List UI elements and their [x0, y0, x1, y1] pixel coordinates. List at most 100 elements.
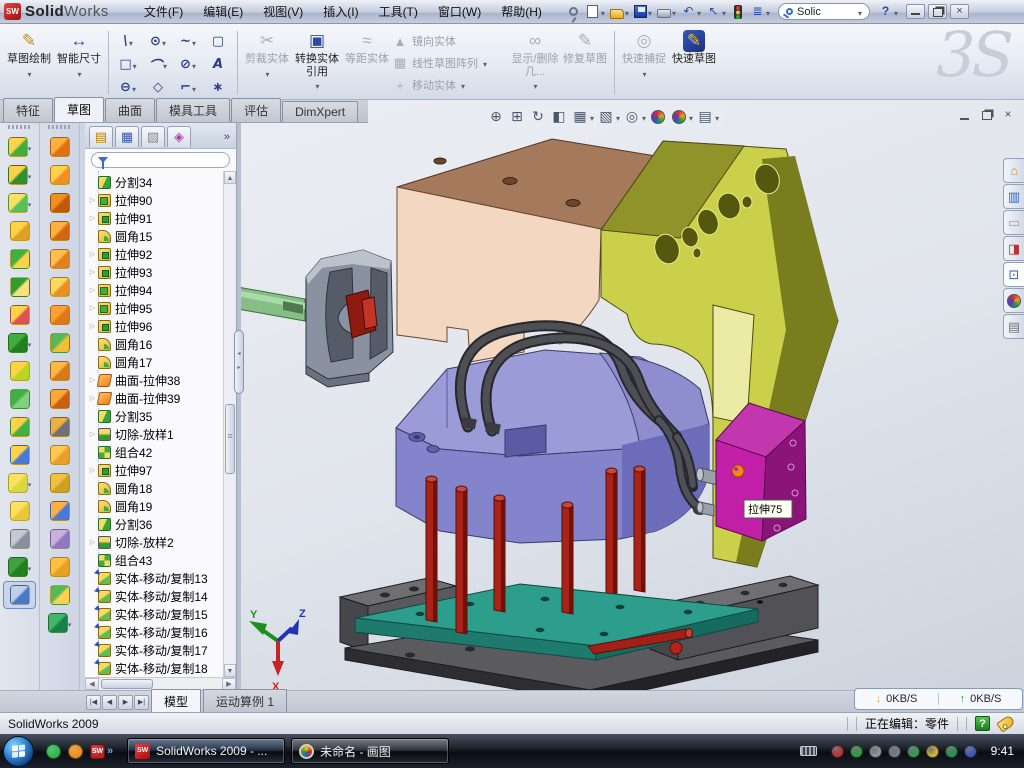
options-button[interactable]: ≣ — [748, 2, 772, 21]
expand-arrow-icon[interactable]: ▷ — [87, 466, 98, 474]
tree-filter-input[interactable] — [91, 152, 230, 168]
extend-surface-button[interactable] — [40, 497, 79, 525]
convert-entities-button[interactable]: ▣ 转换实体引用 — [292, 27, 342, 98]
volume-tray-icon[interactable] — [888, 745, 901, 758]
tree-item-分割35[interactable]: 分割35 — [87, 407, 223, 425]
sketch-entity-rectangle[interactable]: □ — [113, 53, 143, 76]
solidworks-resources-tab[interactable]: ⌂ — [1003, 158, 1024, 183]
appearances-tab[interactable] — [1003, 288, 1024, 313]
tree-item-圆角15[interactable]: 圆角15 — [87, 227, 223, 245]
zoom-area-button[interactable]: ⊞ — [508, 108, 526, 125]
scroll-up-icon[interactable]: ▲ — [224, 171, 236, 184]
dimxpert-manager-tab[interactable]: ◈ — [167, 126, 191, 147]
bend-button[interactable] — [40, 385, 79, 413]
messenger-icon[interactable] — [46, 744, 61, 759]
delete-face-button[interactable] — [40, 413, 79, 441]
tree-item-拉伸95[interactable]: ▷拉伸95 — [87, 299, 223, 317]
tree-item-圆角17[interactable]: 圆角17 — [87, 353, 223, 371]
sketch-entity-slot[interactable]: ⊖ — [113, 76, 143, 99]
tab-曲面[interactable]: 曲面 — [105, 98, 155, 122]
tree-item-拉伸90[interactable]: ▷拉伸90 — [87, 191, 223, 209]
rebuild-button[interactable] — [729, 3, 747, 21]
expand-arrow-icon[interactable]: ▷ — [87, 250, 98, 258]
purple-mold-block[interactable] — [396, 350, 709, 543]
alert-tray-icon[interactable] — [926, 745, 939, 758]
expand-arrow-icon[interactable]: ▷ — [87, 268, 98, 276]
tree-item-圆角19[interactable]: 圆角19 — [87, 497, 223, 515]
thicken-button[interactable] — [40, 329, 79, 357]
doc-close-button[interactable]: × — [1000, 108, 1016, 123]
select-button[interactable]: ↖ — [704, 2, 728, 21]
tree-item-拉伸93[interactable]: ▷拉伸93 — [87, 263, 223, 281]
tree-item-实体-移动/复制15[interactable]: 实体-移动/复制15 — [87, 605, 223, 623]
menu-item[interactable]: 帮助(H) — [492, 0, 551, 23]
tree-item-切除-放样1[interactable]: ▷切除-放样1 — [87, 425, 223, 443]
sketch-entity-sketch-fillet[interactable]: ⌐ — [173, 76, 203, 99]
tab-评估[interactable]: 评估 — [231, 98, 281, 122]
tree-item-实体-移动/复制14[interactable]: 实体-移动/复制14 — [87, 587, 223, 605]
browser-360-icon[interactable] — [68, 744, 83, 759]
green-rod[interactable] — [241, 286, 305, 321]
close-button[interactable]: × — [950, 4, 969, 19]
expand-arrow-icon[interactable]: ▷ — [87, 304, 98, 312]
lofted-boss-button[interactable] — [0, 245, 39, 273]
repair-sketch-button[interactable]: ✎ 修复草图 — [560, 27, 610, 98]
trim-surface-button[interactable] — [40, 525, 79, 553]
panel-splitter[interactable] — [237, 123, 241, 690]
flex-button[interactable] — [40, 133, 79, 161]
display-delete-relations-button[interactable]: ∞ 显示/删除几... — [510, 27, 560, 98]
edit-appearance-button[interactable] — [649, 110, 667, 124]
linear-sketch-pattern-button[interactable]: ▦ 线性草图阵列 — [392, 53, 510, 73]
configuration-manager-tab[interactable]: ▧ — [141, 126, 165, 147]
scroll-left-icon[interactable]: ◀ — [85, 678, 99, 690]
property-manager-tab[interactable]: ▦ — [115, 126, 139, 147]
hole-wizard-button[interactable] — [0, 301, 39, 329]
help-button[interactable]: ? — [876, 2, 900, 21]
sketch-button[interactable]: ✎ 草图绘制 — [4, 27, 54, 98]
tree-item-圆角18[interactable]: 圆角18 — [87, 479, 223, 497]
search-box[interactable]: Solic — [778, 3, 870, 20]
health-tray-icon[interactable] — [945, 745, 958, 758]
feature-manager-tab[interactable]: ▤ — [89, 126, 113, 147]
extruded-cut-button[interactable] — [0, 161, 39, 189]
toolbox-tab[interactable]: ◨ — [1003, 236, 1024, 261]
tab-特征[interactable]: 特征 — [3, 98, 53, 122]
model-3d-view[interactable]: Y Z X 拉伸75 — [241, 100, 1024, 690]
panel-chevron-icon[interactable]: » — [224, 131, 234, 143]
rapid-sketch-button[interactable]: ✎ 快速草图 — [669, 27, 719, 98]
apply-scene-button[interactable] — [670, 110, 693, 124]
doc-nav-button[interactable]: ▶ — [118, 695, 133, 710]
taskbar-window[interactable]: 未命名 - 画图 — [291, 738, 449, 764]
zoom-fit-button[interactable]: ⊕ — [487, 108, 505, 125]
quick-launch-chevron-icon[interactable]: » — [107, 745, 113, 757]
open-document-button[interactable] — [608, 3, 631, 21]
tree-vertical-scrollbar[interactable]: ▲ ▼ — [223, 171, 236, 677]
display-style-button[interactable]: ▧ — [597, 108, 620, 125]
print-button[interactable] — [655, 3, 678, 21]
trim-entities-button[interactable]: ✂ 剪裁实体 — [242, 27, 292, 98]
tree-item-分割34[interactable]: 分割34 — [87, 173, 223, 191]
panel-splitter-handle[interactable] — [234, 330, 244, 394]
tree-item-拉伸92[interactable]: ▷拉伸92 — [87, 245, 223, 263]
minimize-button[interactable] — [906, 4, 925, 19]
deform-button[interactable] — [40, 245, 79, 273]
quick-tips-button[interactable]: ? — [975, 716, 990, 731]
sketch-entity-text[interactable]: A — [203, 53, 233, 76]
view-setting-button[interactable]: ▤ — [696, 108, 719, 125]
tree-item-拉伸91[interactable]: ▷拉伸91 — [87, 209, 223, 227]
tree-item-曲面-拉伸39[interactable]: ▷曲面-拉伸39 — [87, 389, 223, 407]
solidworks-launcher-icon[interactable]: SW — [90, 744, 105, 759]
antivirus-tray-icon[interactable] — [831, 745, 844, 758]
tree-item-切除-放样2[interactable]: ▷切除-放样2 — [87, 533, 223, 551]
split-body-button[interactable] — [0, 413, 39, 441]
tree-item-曲面-拉伸38[interactable]: ▷曲面-拉伸38 — [87, 371, 223, 389]
tab-DimXpert[interactable]: DimXpert — [282, 101, 358, 122]
sketch-entity-point[interactable]: ∗ — [203, 76, 233, 99]
quick-snaps-button[interactable]: ◎ 快速捕捉 — [619, 27, 669, 98]
tree-item-组合43[interactable]: 组合43 — [87, 551, 223, 569]
tree-item-实体-移动/复制18[interactable]: 实体-移动/复制18 — [87, 659, 223, 677]
sketch-entity-spline[interactable]: ~ — [173, 30, 203, 53]
sketch-pattern-button[interactable] — [0, 329, 39, 357]
untrim-surface-button[interactable] — [40, 469, 79, 497]
expand-arrow-icon[interactable]: ▷ — [87, 538, 98, 546]
